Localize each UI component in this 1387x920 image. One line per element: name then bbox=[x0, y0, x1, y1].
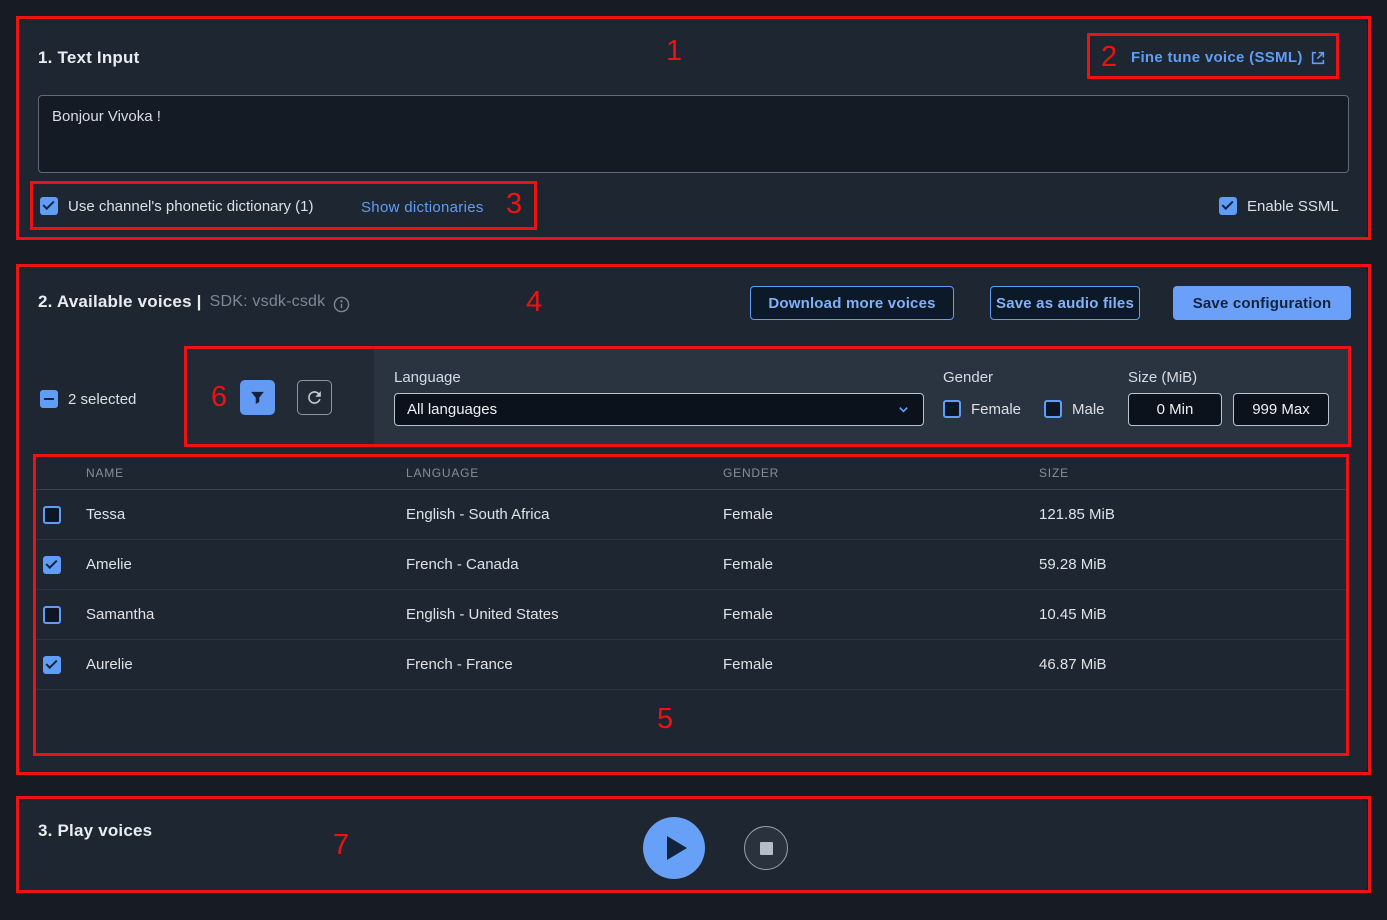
play-icon bbox=[667, 836, 687, 860]
table-row[interactable]: Aurelie French - France Female 46.87 MiB bbox=[33, 640, 1349, 690]
text-input-textarea[interactable]: Bonjour Vivoka ! bbox=[38, 95, 1349, 173]
voice-gender: Female bbox=[723, 556, 1039, 573]
voice-size: 121.85 MiB bbox=[1039, 506, 1349, 523]
voice-name: Samantha bbox=[86, 606, 406, 623]
voices-table-body: Tessa English - South Africa Female 121.… bbox=[33, 490, 1349, 690]
filter-funnel-icon bbox=[249, 389, 266, 406]
header-name: NAME bbox=[86, 466, 406, 480]
available-voices-section: 2. Available voices | SDK: vsdk-csdk Dow… bbox=[20, 268, 1367, 772]
size-min-input[interactable] bbox=[1128, 393, 1222, 426]
voice-gender: Female bbox=[723, 506, 1039, 523]
female-checkbox[interactable] bbox=[943, 400, 961, 418]
play-button[interactable] bbox=[643, 817, 705, 879]
voice-size: 59.28 MiB bbox=[1039, 556, 1349, 573]
phonetic-dictionary-label: Use channel's phonetic dictionary (1) bbox=[68, 198, 314, 215]
size-filter-label: Size (MiB) bbox=[1128, 369, 1197, 386]
row-checkbox[interactable] bbox=[43, 506, 61, 524]
enable-ssml-checkbox[interactable] bbox=[1219, 197, 1237, 215]
text-input-section: 1. Text Input Fine tune voice (SSML) Bon… bbox=[20, 20, 1367, 237]
play-voices-section-title: 3. Play voices bbox=[38, 821, 152, 841]
gender-filter-label: Gender bbox=[943, 369, 993, 386]
phonetic-dictionary-checkbox[interactable] bbox=[40, 197, 58, 215]
male-checkbox-label: Male bbox=[1072, 401, 1105, 418]
voice-name: Aurelie bbox=[86, 656, 406, 673]
save-as-audio-files-button[interactable]: Save as audio files bbox=[990, 286, 1140, 320]
female-checkbox-label: Female bbox=[971, 401, 1021, 418]
refresh-icon bbox=[305, 388, 324, 407]
selected-count-label: 2 selected bbox=[68, 391, 136, 408]
sdk-label: SDK: vsdk-csdk bbox=[210, 293, 326, 311]
table-row[interactable]: Amelie French - Canada Female 59.28 MiB bbox=[33, 540, 1349, 590]
header-gender: GENDER bbox=[723, 466, 1039, 480]
voices-table: NAME LANGUAGE GENDER SIZE Tessa English … bbox=[33, 456, 1349, 690]
row-checkbox[interactable] bbox=[43, 606, 61, 624]
voice-language: French - Canada bbox=[406, 556, 723, 573]
select-all-checkbox[interactable] bbox=[40, 390, 58, 408]
info-icon[interactable] bbox=[333, 296, 350, 313]
voice-gender: Female bbox=[723, 656, 1039, 673]
row-checkbox[interactable] bbox=[43, 656, 61, 674]
male-checkbox[interactable] bbox=[1044, 400, 1062, 418]
download-more-voices-button[interactable]: Download more voices bbox=[750, 286, 954, 320]
tts-voice-configuration-page: 1. Text Input Fine tune voice (SSML) Bon… bbox=[0, 0, 1387, 920]
header-language: LANGUAGE bbox=[406, 466, 723, 480]
size-max-input[interactable] bbox=[1233, 393, 1329, 426]
voice-language: French - France bbox=[406, 656, 723, 673]
voices-table-header: NAME LANGUAGE GENDER SIZE bbox=[33, 456, 1349, 490]
language-select[interactable]: All languages bbox=[394, 393, 924, 426]
voice-name: Tessa bbox=[86, 506, 406, 523]
table-row[interactable]: Tessa English - South Africa Female 121.… bbox=[33, 490, 1349, 540]
chevron-down-icon bbox=[896, 402, 911, 417]
fine-tune-ssml-link[interactable]: Fine tune voice (SSML) bbox=[1131, 49, 1326, 66]
stop-icon bbox=[760, 842, 773, 855]
voice-size: 46.87 MiB bbox=[1039, 656, 1349, 673]
voice-language: English - South Africa bbox=[406, 506, 723, 523]
external-link-icon bbox=[1310, 50, 1326, 66]
table-row[interactable]: Samantha English - United States Female … bbox=[33, 590, 1349, 640]
show-dictionaries-link[interactable]: Show dictionaries bbox=[361, 199, 484, 216]
available-voices-section-title: 2. Available voices | SDK: vsdk-csdk bbox=[38, 292, 350, 312]
filter-button[interactable] bbox=[240, 380, 275, 415]
voice-language: English - United States bbox=[406, 606, 723, 623]
voice-size: 10.45 MiB bbox=[1039, 606, 1349, 623]
available-voices-title-text: 2. Available voices | bbox=[38, 292, 202, 312]
language-filter-label: Language bbox=[394, 369, 461, 386]
enable-ssml-label: Enable SSML bbox=[1247, 198, 1339, 215]
language-select-value: All languages bbox=[407, 401, 896, 418]
text-input-section-title: 1. Text Input bbox=[38, 48, 139, 68]
voice-gender: Female bbox=[723, 606, 1039, 623]
stop-button[interactable] bbox=[744, 826, 788, 870]
save-configuration-button[interactable]: Save configuration bbox=[1173, 286, 1351, 320]
fine-tune-ssml-link-label: Fine tune voice (SSML) bbox=[1131, 49, 1303, 66]
row-checkbox[interactable] bbox=[43, 556, 61, 574]
header-size: SIZE bbox=[1039, 466, 1349, 480]
refresh-button[interactable] bbox=[297, 380, 332, 415]
voice-name: Amelie bbox=[86, 556, 406, 573]
